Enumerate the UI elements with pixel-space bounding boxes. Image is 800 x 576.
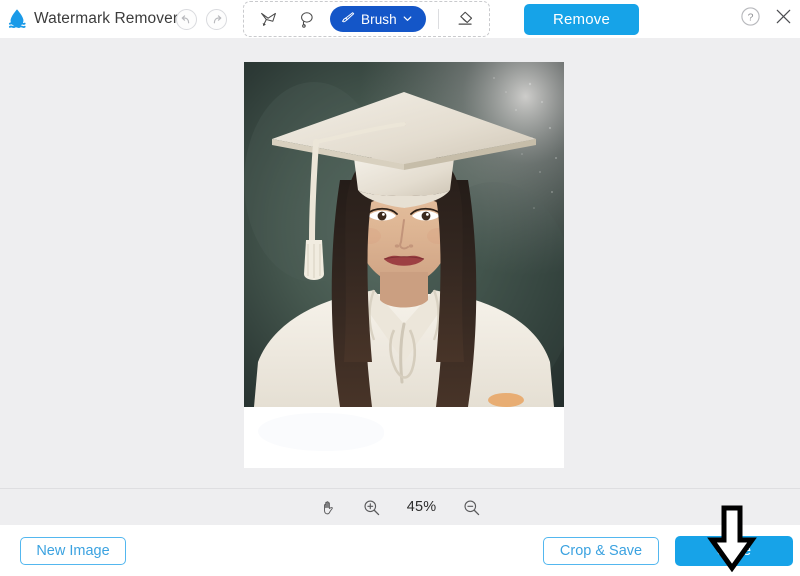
- toolbar-divider: [437, 9, 439, 29]
- undo-button[interactable]: [176, 8, 197, 30]
- app-title: Watermark Remover: [34, 10, 179, 27]
- header-right-controls: ?: [740, 0, 794, 38]
- brush-label: Brush: [361, 11, 397, 27]
- remove-button[interactable]: Remove: [524, 4, 639, 35]
- history-controls: [176, 8, 227, 30]
- crop-and-save-button[interactable]: Crop & Save: [543, 536, 659, 565]
- new-image-button[interactable]: New Image: [20, 536, 126, 565]
- water-drop-icon: [6, 8, 28, 30]
- zoom-toolbar: 45%: [0, 488, 800, 525]
- polygonal-lasso-icon: [259, 10, 278, 29]
- image-canvas[interactable]: [0, 38, 800, 573]
- magnifier-minus-icon[interactable]: [460, 495, 484, 519]
- brush-tool-button[interactable]: Brush: [330, 6, 426, 32]
- hand-pan-icon[interactable]: [317, 495, 341, 519]
- watermark-removed-white-strip: [244, 407, 564, 468]
- close-x-icon[interactable]: [773, 6, 794, 32]
- eraser-icon: [455, 9, 475, 29]
- app-header: Watermark Remover Brush Remove ?: [0, 0, 800, 38]
- tool-group: Brush: [243, 1, 490, 37]
- lasso-tool[interactable]: [292, 5, 320, 33]
- zoom-level-label: 45%: [406, 499, 437, 515]
- footer-bar: New Image Crop & Save Save: [0, 525, 800, 576]
- redo-button[interactable]: [206, 8, 227, 30]
- erase-smudge: [258, 413, 384, 451]
- watermark-remover-app: Watermark Remover Brush Remove ? 45% New…: [0, 0, 800, 576]
- magnifier-plus-icon[interactable]: [360, 495, 384, 519]
- svg-text:?: ?: [748, 12, 754, 24]
- polygonal-lasso-tool[interactable]: [254, 5, 282, 33]
- chevron-down-icon: [402, 12, 413, 27]
- eraser-tool[interactable]: [451, 5, 479, 33]
- save-button[interactable]: Save: [675, 535, 793, 566]
- redo-arrow-icon: [210, 13, 223, 26]
- lasso-icon: [297, 10, 316, 29]
- brand: Watermark Remover: [0, 8, 179, 30]
- graduation-portrait-photo[interactable]: [244, 62, 564, 407]
- paintbrush-icon: [340, 10, 356, 29]
- photo-frame[interactable]: [244, 62, 564, 468]
- question-mark-circle-icon[interactable]: ?: [740, 6, 761, 32]
- undo-arrow-icon: [180, 13, 193, 26]
